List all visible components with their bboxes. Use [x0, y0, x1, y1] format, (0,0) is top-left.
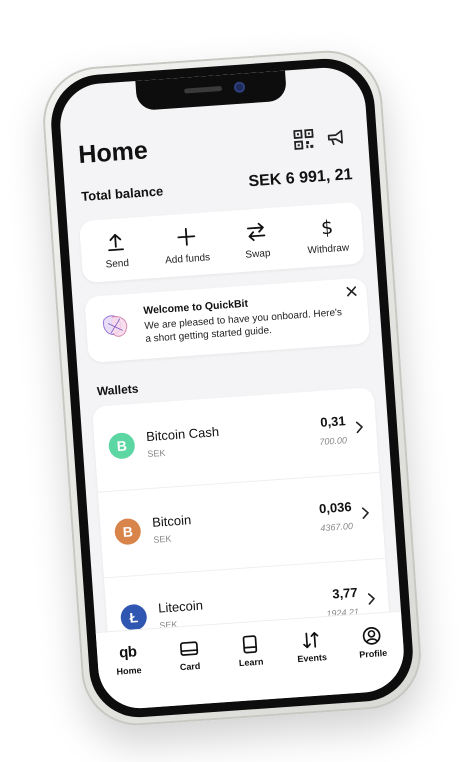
- tab-label: Profile: [358, 647, 388, 660]
- dollar-icon: $: [320, 216, 334, 238]
- quick-actions: Send Add funds Swap $ Withdraw: [78, 201, 365, 284]
- withdraw-label: Withdraw: [307, 242, 350, 256]
- close-icon[interactable]: [344, 284, 359, 299]
- wallet-name: Bitcoin Cash: [145, 424, 220, 445]
- tab-card[interactable]: Card: [161, 637, 217, 674]
- swap-button[interactable]: Swap: [226, 218, 289, 261]
- phone-bezel: Home Total balance SEK 6 991, 21 Send Ad…: [47, 55, 417, 721]
- qb-logo-icon: qb: [118, 643, 138, 662]
- swap-label: Swap: [245, 247, 271, 261]
- sort-arrows-icon: [303, 631, 319, 649]
- app-screen: Home Total balance SEK 6 991, 21 Send Ad…: [57, 65, 407, 711]
- card-icon: [179, 641, 198, 656]
- profile-icon: [363, 626, 381, 645]
- plus-icon: [177, 227, 195, 246]
- chevron-right-icon: [367, 593, 375, 605]
- qr-code-icon[interactable]: [293, 128, 314, 150]
- wallet-amount: 3,77: [331, 584, 359, 602]
- wallet-amount: 0,31: [319, 413, 347, 430]
- tab-label: Card: [179, 660, 201, 673]
- page-title: Home: [77, 136, 149, 170]
- svg-text:$: $: [320, 216, 334, 238]
- withdraw-button[interactable]: $ Withdraw: [296, 213, 359, 256]
- speaker: [183, 85, 223, 94]
- bitcoin-cash-icon: B: [107, 431, 136, 460]
- tab-home[interactable]: qb Home: [100, 641, 156, 678]
- tab-profile[interactable]: Profile: [344, 624, 400, 661]
- wallet-name: Litecoin: [157, 597, 204, 616]
- chevron-right-icon: [355, 421, 363, 434]
- welcome-illustration-icon: [97, 308, 133, 344]
- add-funds-label: Add funds: [164, 251, 211, 266]
- upload-arrow-icon: [108, 233, 125, 251]
- stage: Home Total balance SEK 6 991, 21 Send Ad…: [0, 0, 462, 762]
- tab-label: Home: [116, 665, 142, 677]
- wallet-fiat-value: 700.00: [319, 435, 348, 448]
- wallet-amount: 0,036: [318, 498, 353, 517]
- tab-events[interactable]: Events: [283, 628, 339, 665]
- chevron-right-icon: [361, 507, 369, 519]
- wallet-name: Bitcoin: [151, 512, 192, 530]
- add-funds-button[interactable]: Add funds: [155, 223, 218, 266]
- wallets-heading: Wallets: [96, 381, 139, 399]
- tab-learn[interactable]: Learn: [222, 633, 278, 670]
- litecoin-icon: Ł: [119, 603, 148, 632]
- book-icon: [242, 635, 258, 654]
- welcome-banner[interactable]: Welcome to QuickBit We are pleased to ha…: [84, 277, 371, 363]
- bitcoin-icon: B: [113, 517, 142, 546]
- tab-label: Events: [297, 652, 328, 665]
- tab-label: Learn: [238, 656, 264, 669]
- wallet-currency: SEK: [147, 447, 166, 460]
- wallet-fiat-value: 4367.00: [320, 520, 354, 534]
- camera: [233, 81, 246, 94]
- balance-value: SEK 6 991, 21: [247, 166, 353, 191]
- balance-label: Total balance: [80, 183, 164, 205]
- megaphone-icon[interactable]: [325, 126, 346, 147]
- phone-frame: Home Total balance SEK 6 991, 21 Send Ad…: [39, 46, 425, 730]
- swap-arrows-icon: [247, 222, 266, 241]
- wallet-currency: SEK: [153, 533, 172, 545]
- send-label: Send: [105, 257, 130, 271]
- send-button[interactable]: Send: [85, 228, 148, 271]
- notch: [135, 70, 288, 111]
